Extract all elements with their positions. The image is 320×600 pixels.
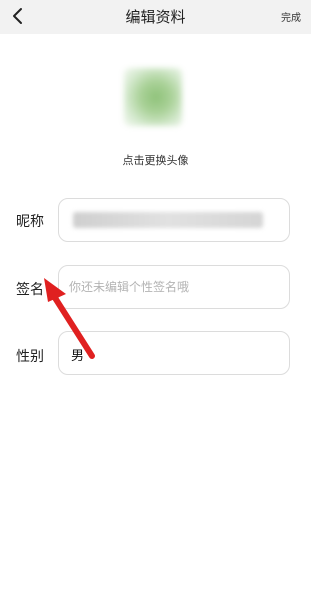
done-button[interactable]: 完成 xyxy=(281,9,301,24)
nickname-field[interactable] xyxy=(58,198,290,242)
top-bar: 编辑资料 完成 xyxy=(0,0,311,34)
change-avatar-link[interactable]: 点击更换头像 xyxy=(0,152,311,168)
page-title: 编辑资料 xyxy=(125,8,186,26)
nickname-label: 昵称 xyxy=(16,214,44,230)
annotation-arrow-icon xyxy=(44,278,95,359)
nickname-value-redacted xyxy=(73,212,263,228)
avatar[interactable] xyxy=(124,68,182,126)
